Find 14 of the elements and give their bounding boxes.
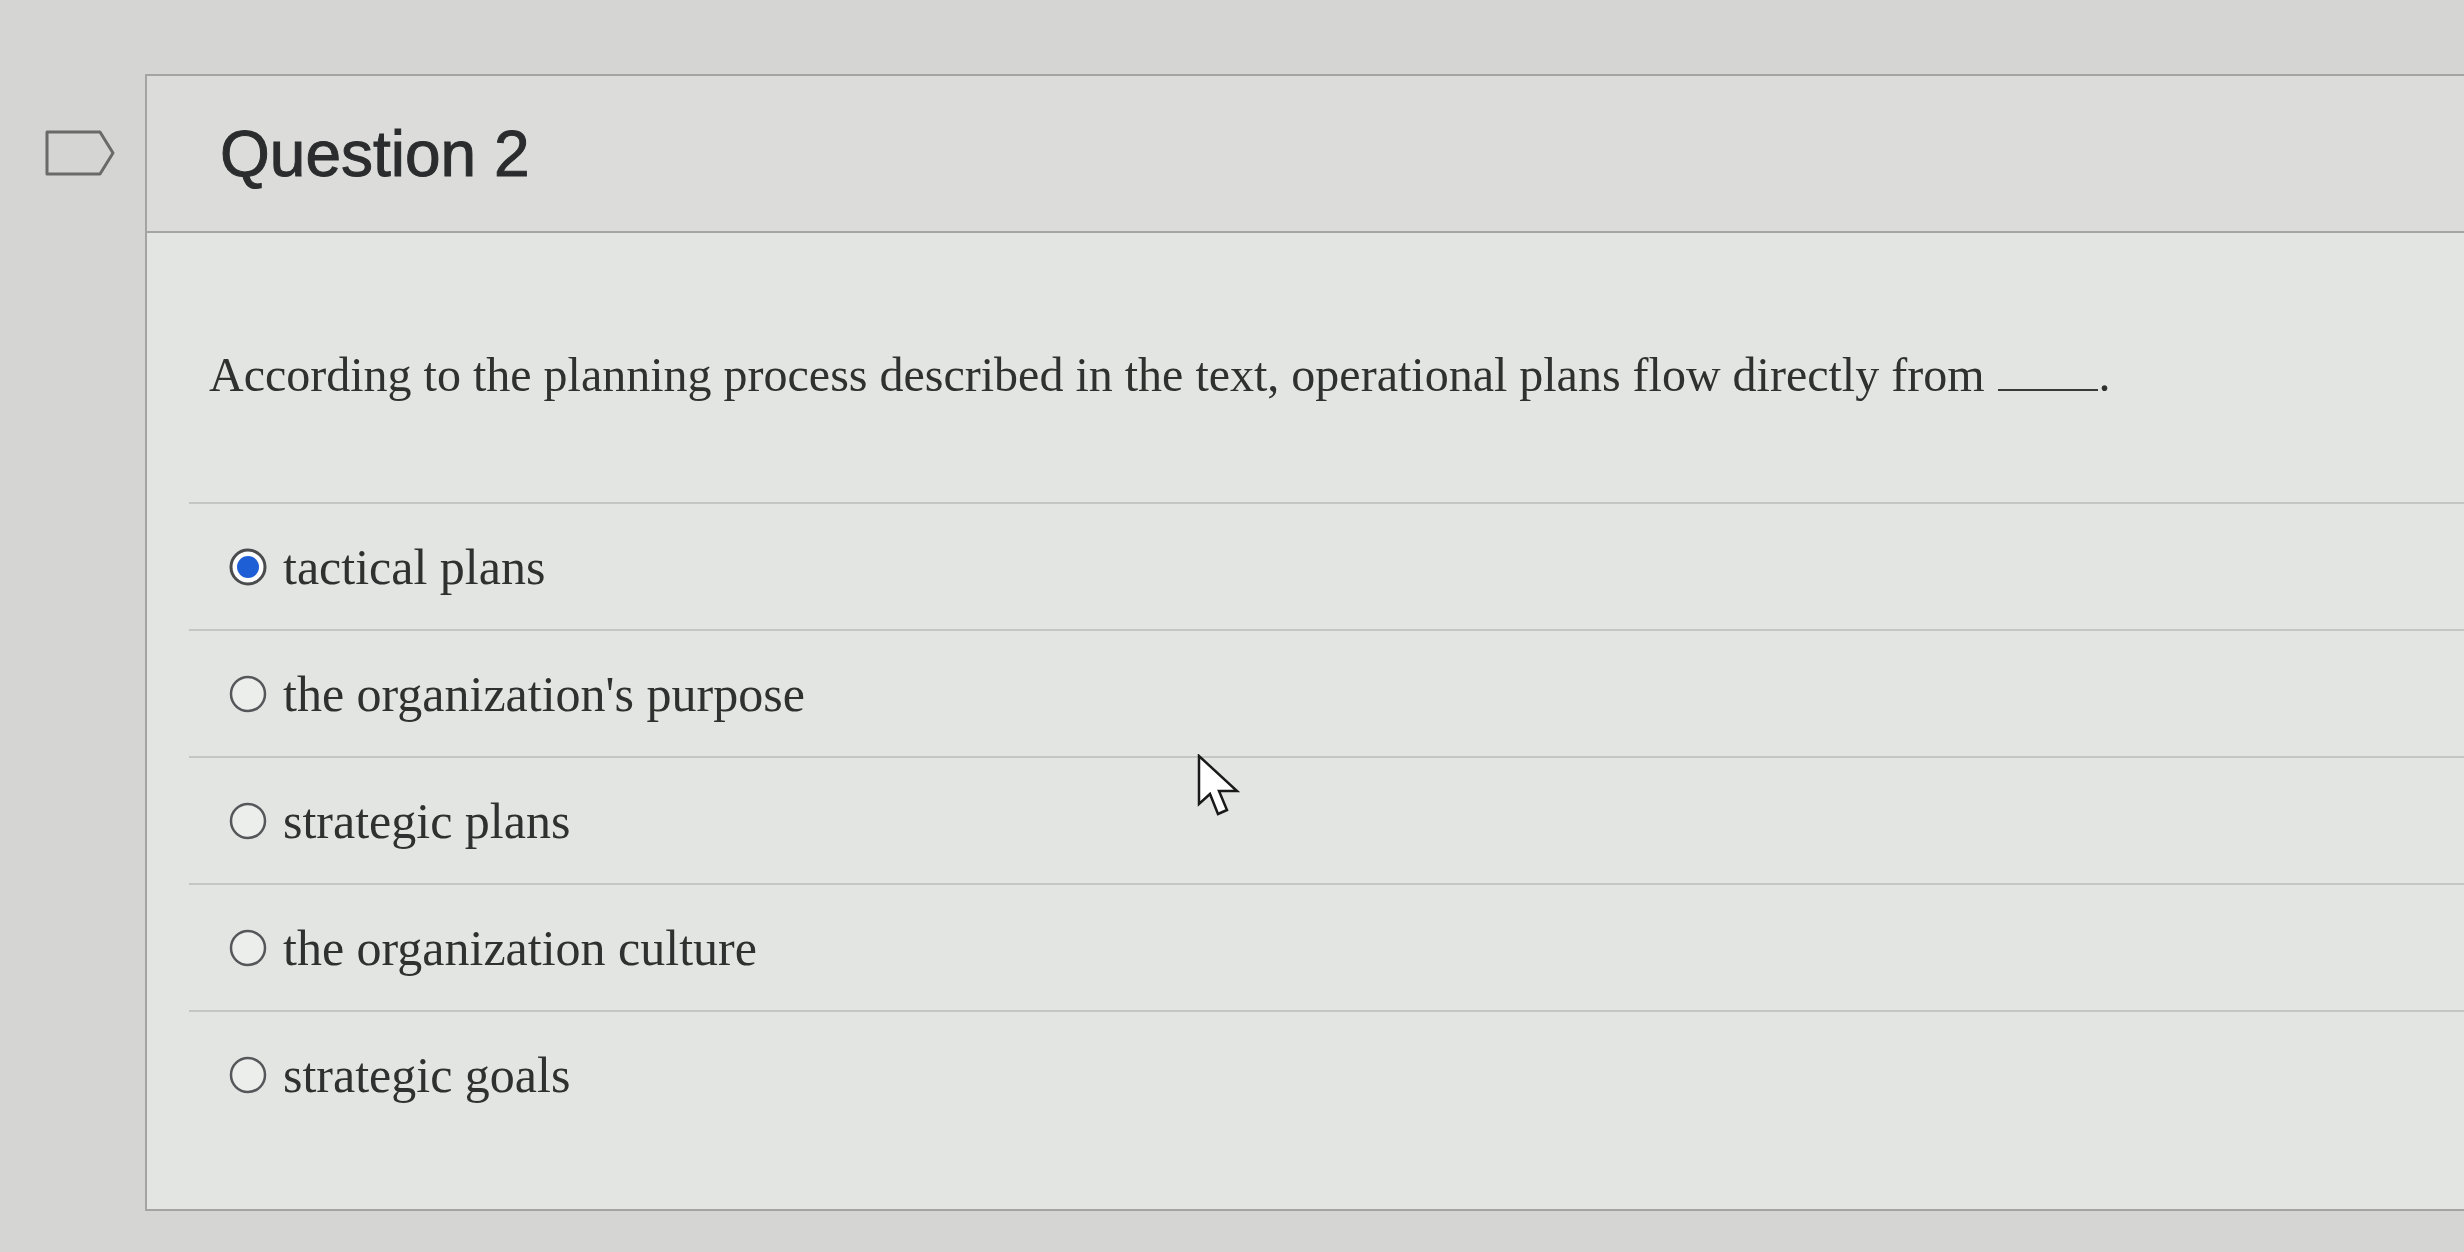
radio-button[interactable] <box>229 547 267 586</box>
question-text: According to the planning process described in the text, operational plans flow directly from <box>209 347 1985 403</box>
option-label[interactable]: tactical plans <box>283 537 546 596</box>
option-label[interactable]: the organization's purpose <box>283 664 805 723</box>
option-label[interactable]: strategic goals <box>283 1045 571 1104</box>
radio-button[interactable] <box>229 674 267 713</box>
flag-icon[interactable] <box>44 129 116 177</box>
question-period: . <box>2098 347 2111 403</box>
radio-button[interactable] <box>229 801 267 840</box>
radio-button[interactable] <box>229 928 267 967</box>
option-label[interactable]: the organization culture <box>283 918 757 977</box>
question-title: Question 2 <box>220 116 530 191</box>
option-label[interactable]: strategic plans <box>283 791 571 850</box>
radio-button[interactable] <box>229 1055 267 1094</box>
